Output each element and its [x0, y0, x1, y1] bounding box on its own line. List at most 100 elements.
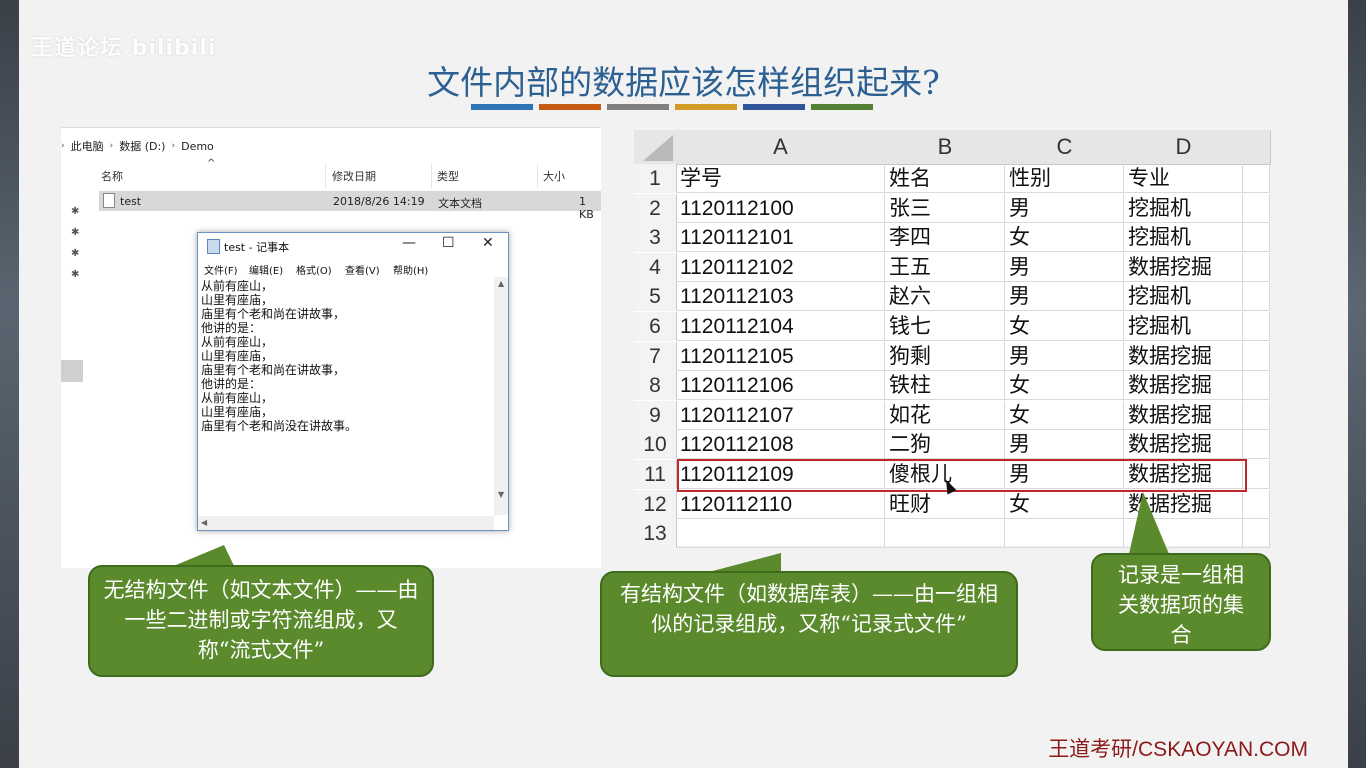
table-cell[interactable]: 男 — [1005, 252, 1124, 282]
column-header-modified[interactable]: 修改日期 — [332, 168, 376, 184]
table-cell[interactable]: 女 — [1005, 223, 1124, 253]
table-cell[interactable]: 钱七 — [885, 312, 1005, 341]
pin-icon[interactable]: ✱ — [71, 269, 79, 280]
select-all-corner[interactable] — [634, 130, 677, 165]
table-cell[interactable]: 女 — [1005, 371, 1124, 401]
table-cell[interactable]: 挖掘机 — [1124, 223, 1243, 253]
table-cell[interactable] — [1243, 164, 1270, 193]
row-header[interactable]: 10 — [634, 430, 677, 460]
menu-help[interactable]: 帮助(H) — [393, 262, 428, 277]
table-cell[interactable]: 挖掘机 — [1124, 282, 1243, 312]
table-cell[interactable]: 女 — [1005, 312, 1124, 341]
pin-icon[interactable]: ✱ — [71, 227, 79, 238]
pin-icon[interactable]: ✱ — [71, 206, 79, 217]
table-cell[interactable] — [1243, 282, 1270, 312]
table-cell[interactable] — [1243, 400, 1270, 430]
table-cell[interactable] — [1243, 371, 1270, 401]
table-cell[interactable]: 二狗 — [885, 430, 1005, 460]
scroll-up-icon[interactable]: ▲ — [498, 279, 504, 288]
row-header[interactable]: 4 — [634, 252, 677, 282]
table-cell[interactable] — [1243, 519, 1270, 549]
table-cell[interactable]: 学号 — [676, 164, 885, 193]
table-cell[interactable]: 数据挖掘 — [1124, 252, 1243, 282]
table-cell[interactable] — [1243, 489, 1270, 519]
table-cell[interactable]: 数据挖掘 — [1124, 371, 1243, 401]
row-header[interactable]: 5 — [634, 282, 677, 312]
table-cell[interactable]: 男 — [1005, 341, 1124, 371]
column-header-e[interactable] — [1243, 130, 1271, 165]
row-header[interactable]: 2 — [634, 193, 677, 223]
table-cell[interactable]: 挖掘机 — [1124, 312, 1243, 341]
row-header[interactable]: 9 — [634, 400, 677, 430]
row-header[interactable]: 8 — [634, 371, 677, 401]
table-cell[interactable]: 王五 — [885, 252, 1005, 282]
menu-edit[interactable]: 编辑(E) — [249, 262, 283, 277]
row-header[interactable]: 11 — [634, 460, 677, 489]
menu-view[interactable]: 查看(V) — [345, 262, 380, 277]
table-cell[interactable]: 数据挖掘 — [1124, 400, 1243, 430]
table-cell[interactable]: 男 — [1005, 282, 1124, 312]
table-cell[interactable]: 如花 — [885, 400, 1005, 430]
table-cell[interactable] — [1243, 193, 1270, 223]
table-cell[interactable]: 女 — [1005, 400, 1124, 430]
breadcrumb-folder[interactable]: Demo — [181, 140, 214, 153]
table-cell[interactable]: 1120112104 — [676, 312, 885, 341]
table-cell[interactable]: 旺财 — [885, 489, 1005, 519]
table-cell[interactable] — [676, 519, 885, 549]
table-cell[interactable]: 1120112100 — [676, 193, 885, 223]
column-header-c[interactable]: C — [1005, 130, 1125, 165]
breadcrumb-drive[interactable]: 数据 (D:) — [119, 138, 165, 154]
column-header-a[interactable]: A — [676, 130, 886, 165]
table-cell[interactable] — [1243, 430, 1270, 460]
table-cell[interactable]: 1120112106 — [676, 371, 885, 401]
table-cell[interactable]: 狗剩 — [885, 341, 1005, 371]
table-cell[interactable] — [1005, 519, 1124, 549]
table-cell[interactable]: 男 — [1005, 193, 1124, 223]
breadcrumb[interactable]: › 此电脑 › 数据 (D:) › Demo — [61, 138, 214, 154]
table-cell[interactable]: 姓名 — [885, 164, 1005, 193]
table-cell[interactable]: 铁柱 — [885, 371, 1005, 401]
table-cell[interactable]: 1120112105 — [676, 341, 885, 371]
table-cell[interactable] — [885, 519, 1005, 549]
table-cell[interactable]: 1120112108 — [676, 430, 885, 460]
horizontal-scrollbar[interactable]: ◀ — [198, 516, 494, 530]
scroll-left-icon[interactable]: ◀ — [201, 518, 207, 527]
row-header[interactable]: 3 — [634, 223, 677, 253]
table-cell[interactable]: 1120112101 — [676, 223, 885, 253]
table-cell[interactable] — [1243, 223, 1270, 253]
table-cell[interactable] — [1243, 312, 1270, 341]
table-cell[interactable]: 张三 — [885, 193, 1005, 223]
column-header-size[interactable]: 大小 — [543, 168, 565, 184]
table-cell[interactable] — [1243, 252, 1270, 282]
table-cell[interactable]: 数据挖掘 — [1124, 430, 1243, 460]
row-header[interactable]: 7 — [634, 341, 677, 371]
table-cell[interactable]: 1120112102 — [676, 252, 885, 282]
column-header-b[interactable]: B — [885, 130, 1006, 165]
column-header-name[interactable]: 名称 — [101, 168, 123, 184]
menu-file[interactable]: 文件(F) — [204, 262, 238, 277]
table-cell[interactable]: 数据挖掘 — [1124, 341, 1243, 371]
table-cell[interactable]: 1120112110 — [676, 489, 885, 519]
row-header[interactable]: 6 — [634, 312, 677, 341]
table-cell[interactable]: 1120112103 — [676, 282, 885, 312]
column-header-type[interactable]: 类型 — [437, 168, 459, 184]
column-header-d[interactable]: D — [1124, 130, 1244, 165]
table-cell[interactable]: 专业 — [1124, 164, 1243, 193]
maximize-icon[interactable]: ☐ — [442, 235, 455, 251]
table-cell[interactable]: 挖掘机 — [1124, 193, 1243, 223]
scroll-down-icon[interactable]: ▼ — [498, 490, 504, 499]
table-cell[interactable]: 性别 — [1005, 164, 1124, 193]
table-cell[interactable]: 男 — [1005, 430, 1124, 460]
row-header[interactable]: 13 — [634, 519, 677, 549]
table-cell[interactable]: 女 — [1005, 489, 1124, 519]
row-header[interactable]: 12 — [634, 489, 677, 519]
table-cell[interactable]: 1120112107 — [676, 400, 885, 430]
menu-format[interactable]: 格式(O) — [296, 262, 332, 277]
minimize-icon[interactable]: — — [402, 235, 416, 251]
notepad-titlebar[interactable]: test - 记事本 — ☐ ✕ — [198, 233, 508, 259]
table-cell[interactable]: 李四 — [885, 223, 1005, 253]
vertical-scrollbar[interactable]: ▲ ▼ — [494, 277, 508, 515]
close-icon[interactable]: ✕ — [482, 235, 494, 251]
breadcrumb-this-pc[interactable]: 此电脑 — [71, 138, 104, 154]
file-row-test[interactable]: test 2018/8/26 14:19 文本文档 1 KB — [99, 191, 601, 221]
